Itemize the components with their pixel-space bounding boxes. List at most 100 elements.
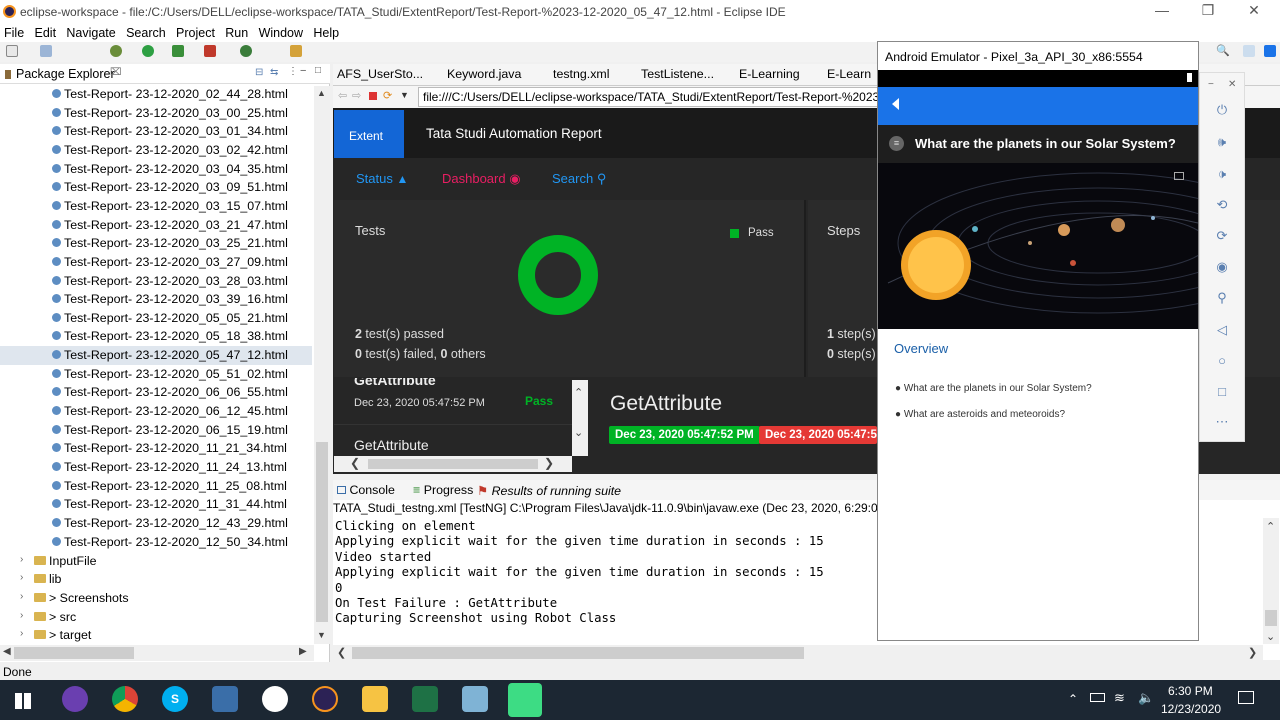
power-icon[interactable]: ⏻ bbox=[1213, 102, 1231, 120]
scrollbar-thumb[interactable] bbox=[352, 647, 804, 659]
download-app-icon[interactable] bbox=[212, 686, 238, 712]
expand-chevron-icon[interactable]: › bbox=[20, 628, 23, 639]
cortana-icon[interactable] bbox=[62, 686, 88, 712]
file-tree-item[interactable]: Test-Report- 23-12-2020_03_27_09.html bbox=[0, 253, 312, 272]
file-tree-item[interactable]: Test-Report- 23-12-2020_06_12_45.html bbox=[0, 402, 312, 421]
file-tree-item[interactable]: Test-Report- 23-12-2020_11_31_44.html bbox=[0, 495, 312, 514]
menu-window[interactable]: Window bbox=[259, 24, 303, 42]
file-tree-item[interactable]: Test-Report- 23-12-2020_11_24_13.html bbox=[0, 458, 312, 477]
expand-chevron-icon[interactable]: › bbox=[20, 572, 23, 583]
file-tree-item[interactable]: Test-Report- 23-12-2020_03_00_25.html bbox=[0, 104, 312, 123]
tab-progress[interactable]: ≡ Progress bbox=[413, 483, 473, 497]
solar-system-video[interactable] bbox=[878, 163, 1198, 329]
overview-item[interactable]: ● What are the planets in our Solar Syst… bbox=[895, 383, 1092, 409]
tab-testng-xml[interactable]: testng.xml bbox=[553, 67, 609, 81]
java-perspective-icon[interactable] bbox=[1264, 45, 1276, 57]
notes-app-icon[interactable] bbox=[462, 686, 488, 712]
test-list-scrollbar[interactable]: ⌃ ⌄ bbox=[572, 380, 588, 456]
rotate-right-icon[interactable]: ⟳ bbox=[1213, 228, 1231, 246]
eclipse-taskbar-icon[interactable] bbox=[312, 686, 338, 712]
scroll-down-icon[interactable]: ⌄ bbox=[574, 426, 583, 439]
battery-tray-icon[interactable] bbox=[1090, 693, 1105, 702]
chevron-up-icon[interactable]: ⌃ bbox=[1068, 692, 1078, 706]
nav-dashboard[interactable]: Dashboard ◉ bbox=[442, 171, 521, 187]
scroll-up-icon[interactable]: ⌃ bbox=[574, 386, 583, 399]
scroll-thumb[interactable] bbox=[368, 459, 538, 469]
tab-results[interactable]: ⚑ Results of running suite bbox=[477, 483, 621, 498]
scroll-right-icon[interactable]: ❯ bbox=[544, 456, 554, 470]
menu-file[interactable]: File bbox=[4, 24, 24, 42]
forward-nav-icon[interactable]: ⇨ bbox=[352, 89, 361, 102]
perspective-icon[interactable] bbox=[1243, 45, 1255, 57]
file-tree-item[interactable]: Test-Report- 23-12-2020_03_09_51.html bbox=[0, 178, 312, 197]
scroll-down-icon[interactable]: ⌄ bbox=[1266, 630, 1275, 643]
refresh-icon[interactable]: ⟳ bbox=[383, 89, 392, 102]
folder-tree-item[interactable]: › lib bbox=[0, 570, 312, 589]
debug-icon[interactable] bbox=[110, 45, 122, 57]
scroll-up-icon[interactable]: ⌃ bbox=[1266, 520, 1275, 533]
file-tree-item[interactable]: Test-Report- 23-12-2020_03_02_42.html bbox=[0, 141, 312, 160]
volume-tray-icon[interactable]: 🔈 bbox=[1138, 690, 1154, 706]
tab-elearning-2[interactable]: E-Learn bbox=[827, 67, 871, 81]
folder-tree-item[interactable]: › > src bbox=[0, 608, 312, 627]
stop-icon[interactable] bbox=[369, 92, 377, 100]
tab-keyword-java[interactable]: Keyword.java bbox=[447, 67, 521, 81]
external-tools-icon[interactable] bbox=[204, 45, 216, 57]
camera-icon[interactable]: ◉ bbox=[1213, 259, 1231, 277]
overview-item[interactable]: ● What are asteroids and meteoroids? bbox=[895, 409, 1092, 435]
url-dropdown-icon[interactable]: ▼ bbox=[400, 90, 409, 100]
menu-run[interactable]: Run bbox=[225, 24, 248, 42]
android-studio-icon[interactable] bbox=[508, 683, 542, 717]
file-tree-item[interactable]: Test-Report- 23-12-2020_11_21_34.html bbox=[0, 439, 312, 458]
scroll-left-icon[interactable]: ❮ bbox=[337, 646, 346, 659]
rotate-left-icon[interactable]: ⟲ bbox=[1213, 197, 1231, 215]
test-list-item[interactable]: GetAttribute bbox=[334, 424, 572, 456]
app-icon-w[interactable] bbox=[262, 686, 288, 712]
windows-start-icon[interactable] bbox=[15, 693, 31, 709]
more-icon[interactable]: ⋯ bbox=[1213, 414, 1231, 432]
notification-icon[interactable] bbox=[1238, 691, 1254, 704]
excel-icon[interactable] bbox=[412, 686, 438, 712]
file-tree-item[interactable]: Test-Report- 23-12-2020_05_18_38.html bbox=[0, 327, 312, 346]
scrollbar-thumb[interactable] bbox=[14, 647, 134, 659]
volume-down-icon[interactable]: 🕩 bbox=[1213, 166, 1231, 184]
tab-elearning[interactable]: E-Learning bbox=[739, 67, 800, 81]
scroll-right-icon[interactable]: ▶ bbox=[299, 646, 307, 657]
close-icon[interactable]: ✕ bbox=[1234, 2, 1274, 19]
chrome-icon[interactable] bbox=[112, 686, 138, 712]
wifi-icon[interactable]: ≋ bbox=[1114, 690, 1125, 706]
test-list-item[interactable]: GetAttribute Dec 23, 2020 05:47:52 PM Pa… bbox=[334, 378, 572, 422]
scroll-right-icon[interactable]: ❯ bbox=[1248, 646, 1257, 659]
file-tree-item[interactable]: Test-Report- 23-12-2020_03_21_47.html bbox=[0, 216, 312, 235]
home-icon[interactable]: ○ bbox=[1213, 353, 1231, 371]
volume-up-icon[interactable]: 🕪 bbox=[1213, 134, 1231, 152]
file-tree-item[interactable]: Test-Report- 23-12-2020_03_01_34.html bbox=[0, 122, 312, 141]
new-icon[interactable] bbox=[6, 45, 18, 57]
save-icon[interactable] bbox=[40, 45, 52, 57]
menu-search[interactable]: Search bbox=[126, 24, 166, 42]
file-tree-item[interactable]: Test-Report- 23-12-2020_05_47_12.html bbox=[0, 346, 312, 365]
overview-icon[interactable]: □ bbox=[1213, 384, 1231, 402]
scroll-down-icon[interactable]: ▼ bbox=[317, 630, 326, 640]
scrollbar-thumb[interactable] bbox=[316, 442, 328, 622]
file-explorer-icon[interactable] bbox=[362, 686, 388, 712]
test-list-hscrollbar[interactable]: ❮ ❯ bbox=[334, 456, 572, 472]
minimize-icon[interactable]: — bbox=[1142, 2, 1182, 18]
view-menu-icon[interactable]: ⋮ bbox=[288, 66, 298, 77]
tab-close-icon[interactable]: ⌧ bbox=[110, 67, 122, 78]
nav-search[interactable]: Search ⚲ bbox=[552, 171, 606, 187]
menu-edit[interactable]: Edit bbox=[35, 24, 57, 42]
file-tree-item[interactable]: Test-Report- 23-12-2020_06_15_19.html bbox=[0, 421, 312, 440]
tab-console[interactable]: Console bbox=[337, 483, 395, 497]
collapse-all-icon[interactable]: ⊟ bbox=[255, 67, 263, 78]
skype-icon[interactable]: S bbox=[162, 686, 188, 712]
new-java-class-icon[interactable] bbox=[240, 45, 252, 57]
folder-tree-item[interactable]: › > Screenshots bbox=[0, 589, 312, 608]
file-tree-item[interactable]: Test-Report- 23-12-2020_06_06_55.html bbox=[0, 383, 312, 402]
nav-status[interactable]: Status ▲ bbox=[356, 171, 408, 186]
side-minimize-icon[interactable]: − bbox=[1208, 79, 1214, 90]
file-tree-item[interactable]: Test-Report- 23-12-2020_05_05_21.html bbox=[0, 309, 312, 328]
menu-project[interactable]: Project bbox=[176, 24, 215, 42]
console-vscrollbar[interactable]: ⌃ ⌄ bbox=[1263, 518, 1279, 644]
search-toolbar-icon[interactable]: 🔍 bbox=[1216, 44, 1230, 57]
